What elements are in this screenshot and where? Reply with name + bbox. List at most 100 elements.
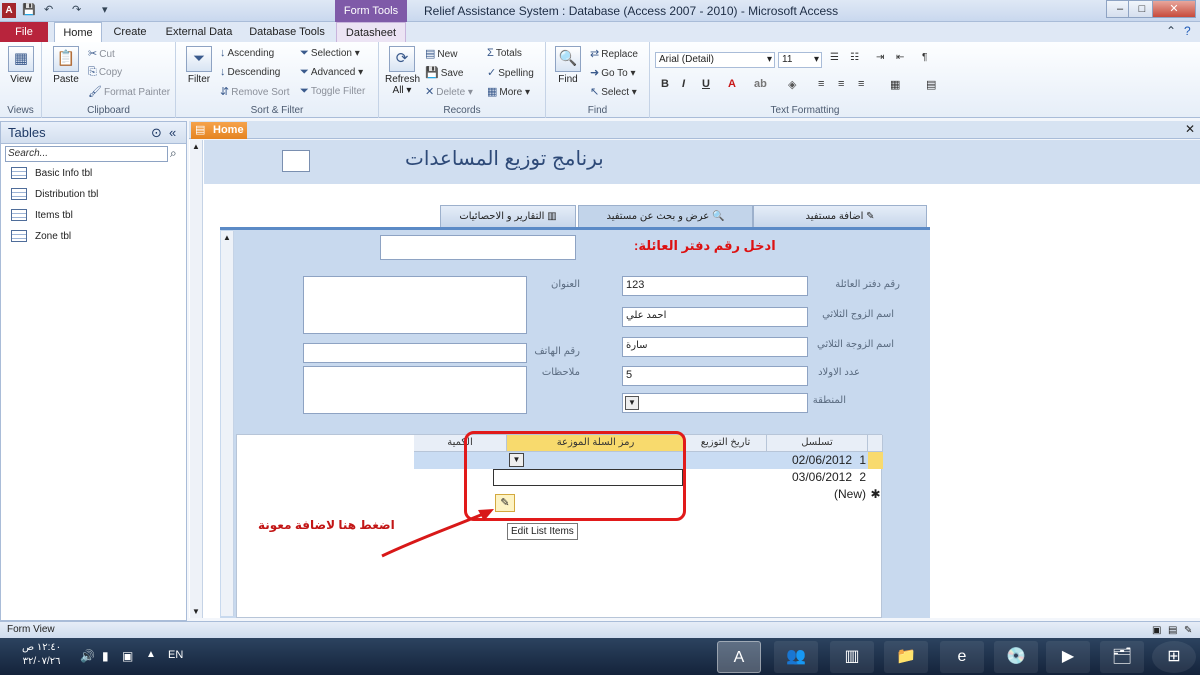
ascending-button[interactable]: ↓ Ascending <box>220 47 274 59</box>
outdent-icon[interactable]: ⇤ <box>896 52 904 63</box>
tab-datasheet[interactable]: Datasheet <box>336 22 406 42</box>
show-hidden-icons[interactable]: ▲ <box>146 649 156 660</box>
phone-field[interactable] <box>303 343 527 363</box>
family-book-field[interactable]: 123 <box>622 276 808 296</box>
align-right-icon[interactable]: ≡ <box>858 78 864 90</box>
highlight-icon[interactable]: ab <box>754 78 767 90</box>
spelling-button[interactable]: ✓ Spelling <box>487 66 534 79</box>
tab-external-data[interactable]: External Data <box>160 22 238 42</box>
family-book-search-input[interactable] <box>380 235 576 260</box>
tab-home[interactable]: Home <box>54 22 102 42</box>
underline-icon[interactable]: U <box>702 78 710 90</box>
replace-button[interactable]: ⇄ Replace <box>590 47 638 60</box>
minimize-ribbon-icon[interactable]: ⌃ <box>1166 24 1176 38</box>
nav-header[interactable]: Tables ⊙ « <box>1 122 186 144</box>
internet-explorer-icon[interactable]: e <box>940 641 984 673</box>
tab-reports[interactable]: ▥ التقارير و الاحصائيات <box>440 205 576 227</box>
network-icon[interactable]: ▣ <box>122 649 133 663</box>
access-taskbar-icon[interactable]: A <box>717 641 761 673</box>
align-left-icon[interactable]: ≡ <box>818 78 824 90</box>
nav-item-distribution[interactable]: Distribution tbl <box>11 186 98 204</box>
date-cell[interactable]: 03/06/2012 <box>782 469 862 485</box>
collapse-pane-icon[interactable]: « <box>169 122 176 144</box>
language-indicator[interactable]: EN <box>168 649 183 661</box>
nav-item-basic-info[interactable]: Basic Info tbl <box>11 165 92 183</box>
undo-icon[interactable]: ↶ <box>44 3 53 16</box>
bold-icon[interactable]: B <box>661 78 669 90</box>
nav-item-items[interactable]: Items tbl <box>11 207 73 225</box>
italic-icon[interactable]: I <box>682 78 685 90</box>
people-taskbar-icon[interactable]: 👥 <box>774 641 818 673</box>
filter-button[interactable]: ⏷ Filter <box>184 46 214 85</box>
view-button[interactable]: ▦ View <box>7 46 35 85</box>
find-button[interactable]: 🔍 Find <box>552 46 584 85</box>
tab-create[interactable]: Create <box>106 22 154 42</box>
notes-field[interactable] <box>303 366 527 414</box>
document-tab-home[interactable]: ▤ Home <box>191 122 247 139</box>
copy-button[interactable]: ⎘ Copy <box>88 66 122 79</box>
fill-color-icon[interactable]: ◈ <box>788 78 796 91</box>
customize-qat-icon[interactable]: ▾ <box>102 3 108 16</box>
nav-search-input[interactable]: Search... <box>5 146 168 162</box>
remove-sort-button[interactable]: ⇵ Remove Sort <box>220 85 290 98</box>
volume-icon[interactable]: 🔊 <box>80 649 95 663</box>
font-size-select[interactable]: 11 ▾ <box>778 52 822 68</box>
cut-button[interactable]: ✂ Cut <box>88 47 115 60</box>
winrar-taskbar-icon[interactable]: ▥ <box>830 641 874 673</box>
select-button[interactable]: ↖ Select ▾ <box>590 85 637 98</box>
new-record-button[interactable]: ▤ New <box>425 47 457 60</box>
align-center-icon[interactable]: ≡ <box>838 78 844 90</box>
indent-icon[interactable]: ⇥ <box>876 52 884 63</box>
scroll-up-icon[interactable]: ▲ <box>223 233 231 242</box>
font-name-select[interactable]: Arial (Detail) ▾ <box>655 52 775 68</box>
font-color-icon[interactable]: A <box>728 78 736 90</box>
delete-record-button[interactable]: ✕ Delete ▾ <box>425 85 473 98</box>
layout-view-icon[interactable]: ▤ <box>1168 623 1177 639</box>
seq-cell[interactable]: 2 <box>859 469 866 485</box>
power-icon[interactable]: ▮ <box>102 649 109 663</box>
panel-scrollbar[interactable]: ▲ <box>221 231 234 616</box>
access-app-icon[interactable]: A <box>2 3 16 18</box>
paste-button[interactable]: 📋 Paste <box>50 46 82 85</box>
toggle-filter-button[interactable]: ⏷ Toggle Filter <box>300 85 365 98</box>
descending-button[interactable]: ↓ Descending <box>220 66 280 78</box>
goto-button[interactable]: ➜ Go To ▾ <box>590 66 636 79</box>
select-all-corner[interactable] <box>868 435 883 452</box>
save-icon[interactable]: 💾 <box>22 3 36 16</box>
tab-add-beneficiary[interactable]: ✎ اضافة مستفيد <box>753 205 927 227</box>
folder-taskbar-icon[interactable]: 📁 <box>884 641 928 673</box>
numbering-icon[interactable]: ☷ <box>850 52 859 63</box>
column-header-seq[interactable]: تسلسل <box>767 435 868 452</box>
save-record-button[interactable]: 💾 Save <box>425 66 464 79</box>
chevron-down-icon[interactable]: ▼ <box>625 396 639 410</box>
media-player-icon[interactable]: ▶ <box>1046 641 1090 673</box>
more-button[interactable]: ▦ More ▾ <box>487 85 530 98</box>
tab-database-tools[interactable]: Database Tools <box>244 22 330 42</box>
form-view-icon[interactable]: ▣ <box>1152 623 1161 639</box>
husband-name-field[interactable]: احمد علي <box>622 307 808 327</box>
advanced-button[interactable]: ⏷ Advanced ▾ <box>300 66 363 79</box>
address-field[interactable] <box>303 276 527 334</box>
nav-item-zone[interactable]: Zone tbl <box>11 228 71 246</box>
selection-button[interactable]: ⏷ Selection ▾ <box>300 47 360 60</box>
chevron-down-icon[interactable]: ⊙ <box>151 122 162 144</box>
seq-cell[interactable]: 1 <box>859 452 866 468</box>
help-icon[interactable]: ? <box>1184 24 1191 38</box>
tab-file[interactable]: File <box>0 22 48 42</box>
explorer-taskbar-icon[interactable]: 🗂 <box>1100 641 1144 673</box>
row-selector[interactable] <box>868 452 883 469</box>
totals-button[interactable]: Σ Totals <box>487 47 522 59</box>
rtl-icon[interactable]: ¶ <box>922 52 927 63</box>
alternate-row-icon[interactable]: ▤ <box>926 78 936 91</box>
refresh-all-button[interactable]: ⟳ Refresh All ▾ <box>385 46 420 96</box>
scroll-up-icon[interactable]: ▲ <box>192 142 200 151</box>
search-icon[interactable]: ⌕ <box>170 146 177 161</box>
form-vertical-scrollbar[interactable]: ▲ ▼ <box>190 140 203 618</box>
close-button[interactable]: ✕ <box>1152 0 1196 18</box>
design-view-icon[interactable]: ✎ <box>1184 623 1192 639</box>
region-select[interactable]: ▼ <box>622 393 808 413</box>
bullets-icon[interactable]: ☰ <box>830 52 839 63</box>
date-cell[interactable]: 02/06/2012 <box>782 452 862 468</box>
children-count-field[interactable]: 5 <box>622 366 808 386</box>
clock[interactable]: ١٢:٤٠ ص ٣٢/٠٧/٢٦ <box>22 641 61 669</box>
